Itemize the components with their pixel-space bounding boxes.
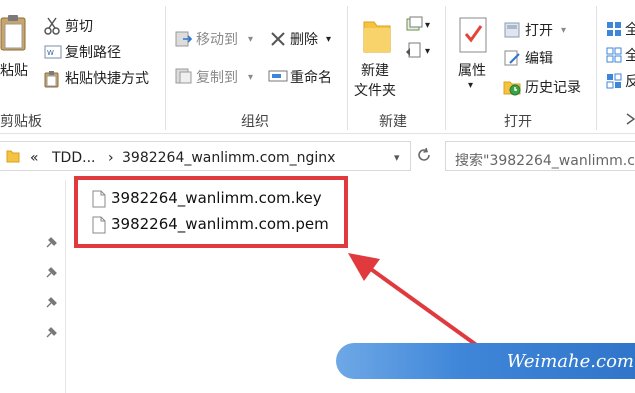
paste-shortcut-label: 粘贴快捷方式 bbox=[65, 71, 149, 87]
history-label: 历史记录 bbox=[525, 80, 581, 96]
navigation-pane bbox=[0, 180, 66, 393]
open-dropdown-icon: ▾ bbox=[561, 25, 567, 36]
breadcrumb-separator[interactable]: › bbox=[108, 150, 114, 166]
ribbon-divider bbox=[596, 6, 597, 130]
breadcrumb-overflow-chevron[interactable]: « bbox=[30, 150, 39, 166]
rename-icon bbox=[268, 70, 288, 82]
easy-access-dropdown-icon: ▾ bbox=[425, 46, 431, 57]
paste-icon bbox=[0, 15, 26, 51]
move-to-icon bbox=[175, 31, 193, 47]
new-folder-label-line1: 新建 bbox=[361, 63, 389, 79]
watermark-banner: Weimahe.com bbox=[336, 343, 635, 379]
search-placeholder: 搜索"3982264_wanlimm.c bbox=[455, 153, 635, 169]
copy-to-icon bbox=[175, 68, 192, 84]
new-folder-label-line2: 文件夹 bbox=[354, 83, 396, 99]
scissors-icon bbox=[44, 17, 60, 35]
copy-to-dropdown-icon: ▾ bbox=[248, 72, 254, 83]
move-to-label: 移动到 bbox=[196, 32, 238, 48]
open-label: 打开 bbox=[525, 23, 553, 39]
invert-selection-label: 反 bbox=[625, 73, 635, 91]
breadcrumb-parent[interactable]: TDD... bbox=[52, 150, 95, 166]
watermark-text: Weimahe.com bbox=[506, 351, 634, 372]
svg-text:W: W bbox=[47, 49, 54, 57]
select-all-label: 全 bbox=[625, 21, 635, 39]
delete-x-icon bbox=[271, 32, 285, 46]
ribbon-divider bbox=[445, 6, 446, 130]
move-to-dropdown-icon: ▾ bbox=[248, 34, 254, 45]
open-group-label: 打开 bbox=[504, 114, 532, 130]
easy-access-icon bbox=[406, 42, 421, 58]
new-item-dropdown-icon: ▾ bbox=[425, 20, 431, 31]
annotation-arrow bbox=[348, 253, 484, 351]
breadcrumb-current[interactable]: 3982264_wanlimm.com_nginx bbox=[122, 150, 335, 166]
highlight-box bbox=[74, 176, 348, 248]
properties-dropdown-icon: ▾ bbox=[468, 80, 474, 91]
edit-label: 编辑 bbox=[525, 51, 553, 67]
ribbon-divider bbox=[347, 6, 348, 130]
pin-icon[interactable] bbox=[44, 296, 58, 310]
new-group-label: 新建 bbox=[379, 114, 407, 130]
refresh-icon[interactable] bbox=[416, 147, 432, 163]
folder-icon bbox=[6, 150, 20, 163]
copy-path-label: 复制路径 bbox=[65, 45, 121, 61]
pin-icon[interactable] bbox=[44, 236, 58, 250]
rename-label: 重命名 bbox=[290, 70, 332, 86]
address-dropdown-icon[interactable]: ▾ bbox=[394, 151, 400, 164]
paste-shortcut-icon bbox=[44, 71, 59, 88]
new-item-icon bbox=[406, 16, 423, 31]
pin-icon[interactable] bbox=[44, 326, 58, 340]
ribbon-divider bbox=[165, 6, 166, 130]
delete-label: 删除 bbox=[290, 32, 318, 48]
select-none-label: 全 bbox=[625, 47, 635, 65]
collapse-ribbon-icon[interactable] bbox=[626, 112, 635, 126]
history-icon bbox=[503, 81, 521, 96]
paste-label: 粘贴 bbox=[0, 63, 28, 79]
cut-label: 剪切 bbox=[65, 19, 93, 35]
ribbon: 粘贴 剪切 W 复制路径 粘贴快捷方式 剪贴板 移动到 ▾ 复制到 ▾ 删除 ▾… bbox=[0, 0, 635, 134]
address-bar: « TDD... › 3982264_wanlimm.com_nginx ▾ 搜… bbox=[0, 139, 635, 175]
address-field[interactable]: « TDD... › 3982264_wanlimm.com_nginx ▾ bbox=[0, 141, 411, 171]
clipboard-group-label: 剪贴板 bbox=[0, 114, 42, 130]
select-all-icon bbox=[607, 22, 621, 36]
delete-dropdown-icon: ▾ bbox=[326, 34, 332, 45]
pin-icon[interactable] bbox=[44, 266, 58, 280]
organize-group-label: 组织 bbox=[241, 114, 269, 130]
search-field[interactable]: 搜索"3982264_wanlimm.c bbox=[445, 141, 635, 171]
folder-icon bbox=[363, 21, 391, 53]
open-icon bbox=[504, 22, 520, 38]
copy-to-label: 复制到 bbox=[196, 70, 238, 86]
properties-icon bbox=[459, 17, 487, 53]
edit-icon bbox=[504, 50, 520, 66]
invert-selection-icon bbox=[606, 73, 622, 89]
select-none-icon bbox=[606, 47, 622, 63]
copy-path-icon: W bbox=[44, 45, 62, 59]
